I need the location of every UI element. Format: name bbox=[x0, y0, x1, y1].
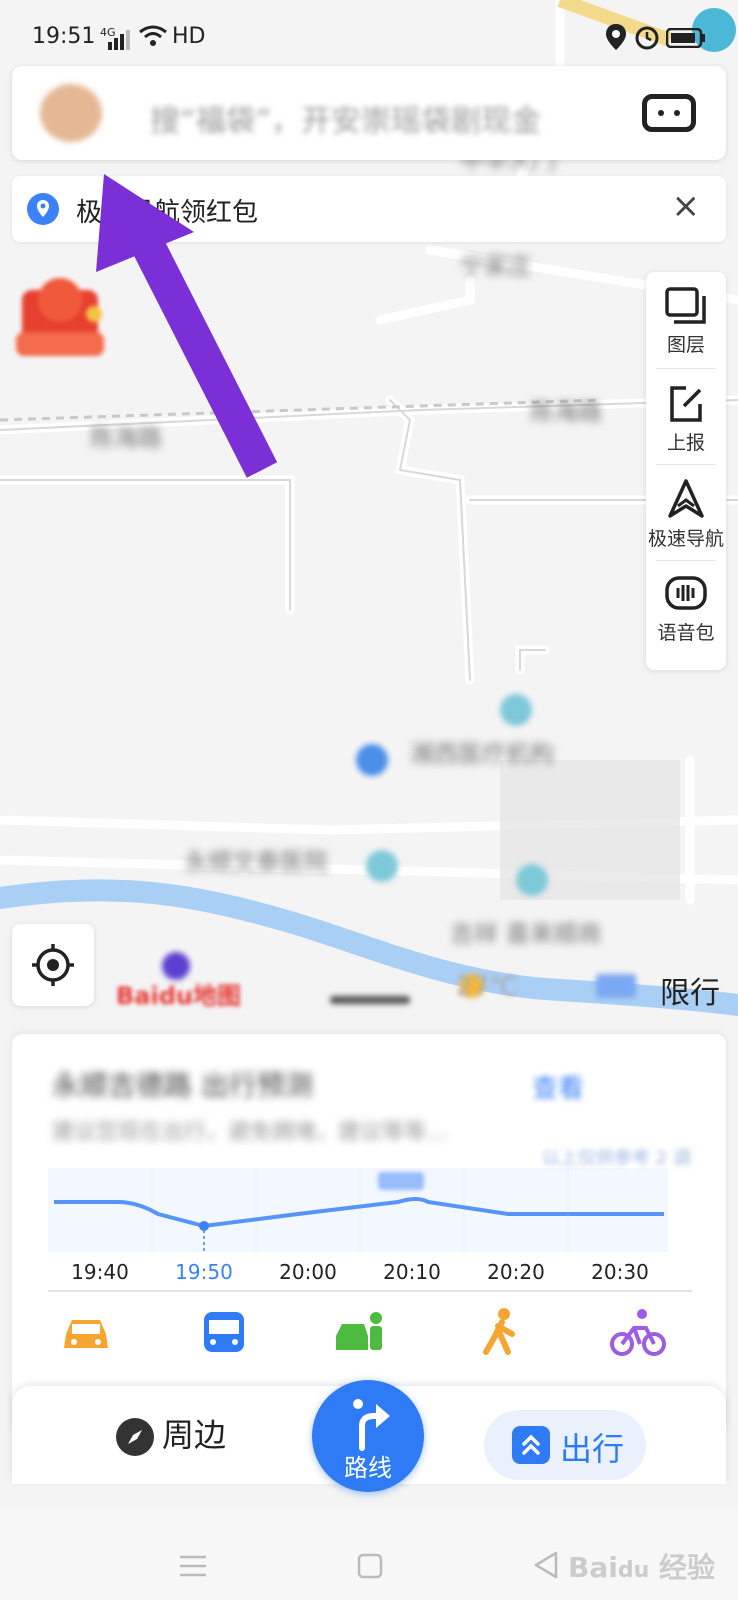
search-bar[interactable]: 搜“福袋”，开安崇瑶袋剧现金 bbox=[12, 66, 726, 160]
divider bbox=[656, 368, 716, 369]
tool-label: 上报 bbox=[666, 432, 705, 454]
map-label: 陈海路 bbox=[90, 424, 162, 452]
divider bbox=[656, 464, 716, 465]
tool-label: 图层 bbox=[666, 334, 705, 356]
travel-label: 出行 bbox=[560, 1430, 625, 1468]
report-icon bbox=[670, 386, 702, 422]
card-title: 永顺吉德路 出行预测 bbox=[52, 1069, 313, 1102]
route-button[interactable]: 路线 bbox=[312, 1380, 424, 1492]
close-icon[interactable]: × bbox=[672, 186, 701, 226]
divider bbox=[656, 560, 716, 561]
timeline-tick: 19:40 bbox=[71, 1260, 129, 1284]
travel-icon bbox=[512, 1426, 550, 1464]
location-status-icon bbox=[606, 24, 626, 50]
map-label: 宁家庄 bbox=[460, 252, 532, 280]
tool-report[interactable]: 上报 bbox=[646, 384, 726, 455]
baidu-map-logo: Baidu地图 bbox=[116, 982, 241, 1010]
timeline-tick: 20:10 bbox=[383, 1260, 441, 1284]
travel-button[interactable]: 出行 bbox=[484, 1410, 646, 1480]
car-icon[interactable] bbox=[56, 1304, 116, 1364]
home-icon[interactable] bbox=[356, 1552, 384, 1580]
traffic-limit-label[interactable]: 限行 bbox=[660, 968, 720, 1012]
alarm-icon bbox=[635, 26, 659, 50]
card-note: 以上仅供参考 2 调 bbox=[542, 1148, 691, 1169]
layers-icon bbox=[665, 287, 706, 324]
voice-pack-icon bbox=[665, 576, 707, 610]
map-label: 吉祥 喜来顺商 bbox=[450, 920, 602, 948]
bike-icon[interactable] bbox=[608, 1304, 668, 1364]
walk-icon[interactable] bbox=[472, 1304, 532, 1364]
navigation-icon bbox=[668, 479, 704, 518]
signal-icon bbox=[108, 30, 130, 50]
locate-button[interactable] bbox=[12, 924, 94, 1006]
locate-icon bbox=[32, 944, 74, 986]
notice-text[interactable]: 极速导航领红包 bbox=[76, 192, 258, 229]
view-link[interactable]: 查看 bbox=[532, 1068, 584, 1105]
travel-forecast-card[interactable]: 永顺吉德路 出行预测 建议您现在出行，避免拥堵，建议等等… 查看 以上仅供参考 … bbox=[12, 1034, 726, 1434]
divider bbox=[48, 1290, 692, 1292]
timeline-tick: 20:30 bbox=[591, 1260, 649, 1284]
tool-layers[interactable]: 图层 bbox=[646, 286, 726, 357]
route-arrow-icon bbox=[353, 1399, 390, 1451]
tool-label: 语音包 bbox=[657, 622, 715, 644]
taxi-icon[interactable] bbox=[330, 1304, 390, 1364]
map-label: 永顺文泰医院 bbox=[184, 848, 328, 876]
notice-banner[interactable]: 极速导航领红包 × bbox=[12, 176, 726, 242]
back-icon[interactable] bbox=[532, 1550, 560, 1580]
status-time: 19:51 bbox=[32, 24, 96, 49]
nearby-button[interactable]: 周边 bbox=[116, 1410, 226, 1456]
compass-icon bbox=[116, 1418, 154, 1456]
system-navigation-bar: Baidu 经验 bbox=[0, 1510, 738, 1600]
map-label: 湘西医疗机构 bbox=[410, 740, 554, 768]
battery-icon bbox=[666, 28, 705, 48]
search-placeholder[interactable]: 搜“福袋”，开安崇瑶袋剧现金 bbox=[150, 96, 541, 140]
route-label: 路线 bbox=[344, 1454, 392, 1482]
weather-text: 27℃ bbox=[456, 972, 519, 1002]
timeline-tick: 20:00 bbox=[279, 1260, 337, 1284]
card-subtitle: 建议您现在出行，避免拥堵，建议等等… bbox=[52, 1120, 449, 1145]
location-pin-icon bbox=[27, 193, 59, 225]
hd-indicator: HD bbox=[172, 24, 206, 49]
tool-label: 极速导航 bbox=[647, 528, 724, 550]
timeline-tick-current: 19:50 bbox=[175, 1260, 233, 1284]
red-envelope-icon[interactable] bbox=[14, 270, 106, 362]
menu-icon[interactable] bbox=[178, 1554, 208, 1578]
map-tools-panel: 图层 上报 极速导航 语音包 bbox=[646, 272, 726, 670]
tool-voice-pack[interactable]: 语音包 bbox=[646, 574, 726, 645]
tool-fast-navigation[interactable]: 极速导航 bbox=[646, 478, 726, 551]
wifi-icon bbox=[139, 25, 167, 46]
nearby-label: 周边 bbox=[162, 1416, 227, 1454]
user-avatar[interactable] bbox=[40, 84, 102, 142]
timeline-tick: 20:20 bbox=[487, 1260, 545, 1284]
traffic-forecast-chart bbox=[48, 1168, 668, 1252]
bus-icon[interactable] bbox=[194, 1304, 254, 1364]
watermark: Baidu 经验 bbox=[568, 1551, 716, 1584]
scan-icon[interactable] bbox=[642, 94, 696, 132]
map-label: 陈海路 bbox=[530, 398, 602, 426]
status-bar: 19:51 4G HD bbox=[0, 0, 738, 70]
